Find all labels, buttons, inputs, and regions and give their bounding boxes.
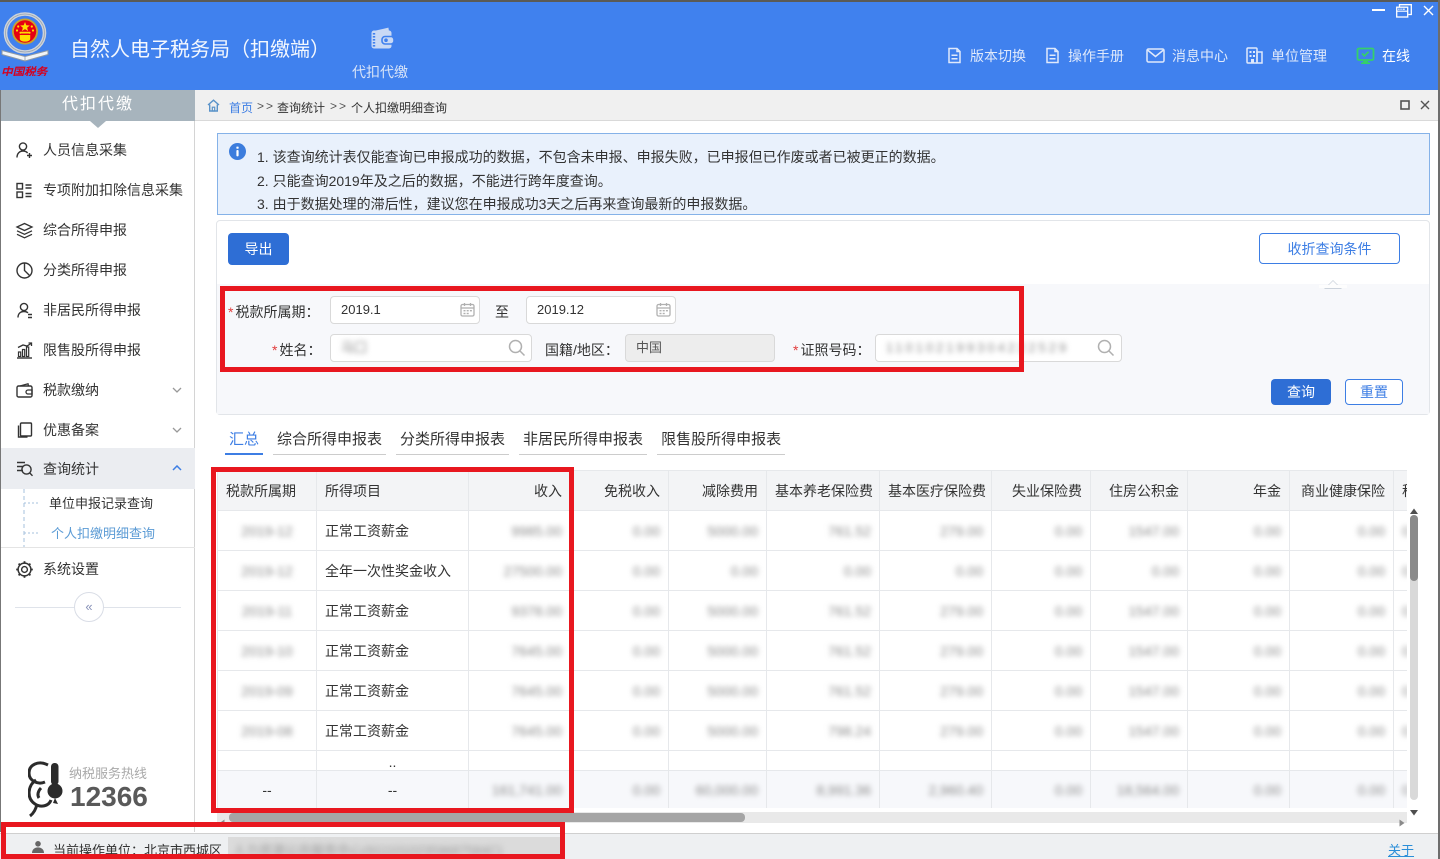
- svg-text:12366: 12366: [70, 781, 148, 812]
- svg-text:纳税服务热线: 纳税服务热线: [69, 766, 147, 781]
- svg-text:中国税务: 中国税务: [1, 66, 48, 76]
